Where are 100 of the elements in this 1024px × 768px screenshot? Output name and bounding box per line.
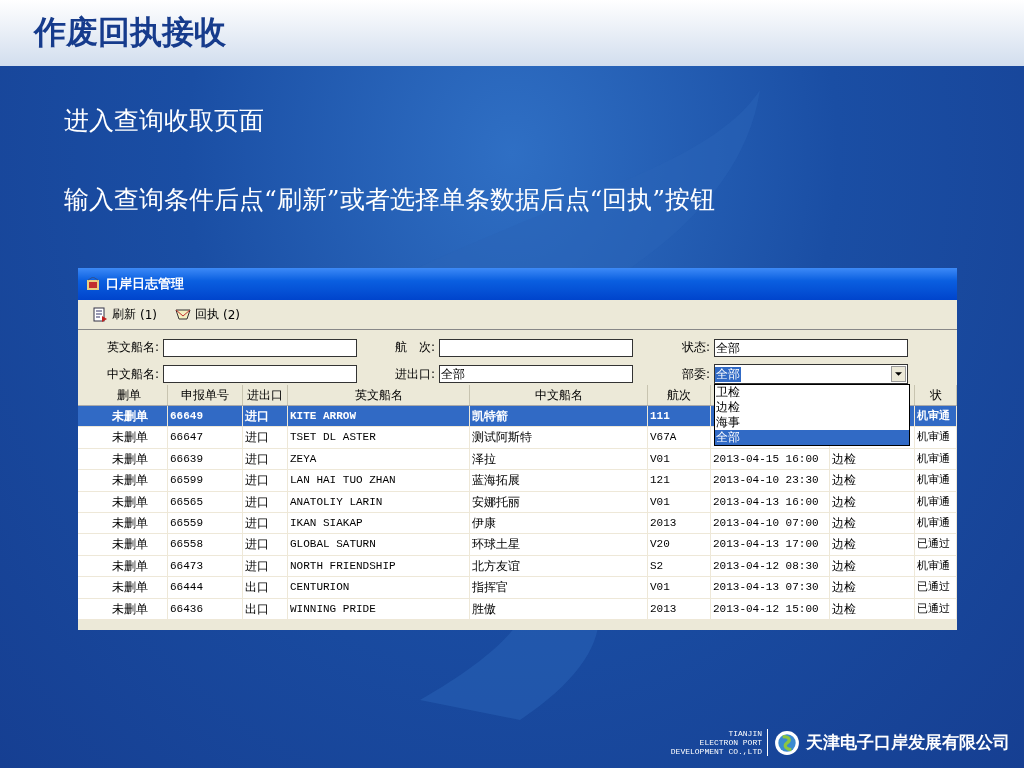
dropdown-option[interactable]: 全部	[715, 430, 909, 446]
window-title: 口岸日志管理	[106, 275, 184, 293]
column-header[interactable]: 状	[915, 385, 957, 405]
table-cell: 进口	[245, 409, 269, 423]
company-english-name: ELECTRON PORT	[699, 738, 762, 747]
dropdown-option[interactable]: 卫检	[715, 385, 909, 401]
table-row[interactable]: 未删单 66473 进口 NORTH FRIENDSHIP 北方友谊 S2 2013-04-12 08:30 边检 机审通	[78, 555, 957, 578]
table-cell: V01	[650, 452, 670, 465]
table-cell: 进口	[245, 537, 269, 552]
app-icon	[86, 277, 100, 291]
slide-title: 作废回执接收	[34, 12, 226, 53]
table-cell: 未删单	[111, 580, 148, 595]
table-cell: 2013	[650, 602, 677, 615]
table-cell: 未删单	[111, 558, 148, 573]
input-field[interactable]: 全部	[714, 338, 908, 357]
table-cell: 未删单	[111, 601, 148, 616]
table-cell: 伊康	[472, 515, 496, 530]
table-row[interactable]: 未删单 66599 进口 LAN HAI TUO ZHAN 蓝海拓展 121 2013-04-10 23:30 边检 机审通	[78, 470, 957, 492]
table-cell: 出口	[245, 601, 269, 616]
table-cell: 胜傲	[472, 601, 496, 616]
table-cell: 2013-04-12 15:00	[713, 602, 819, 615]
table-cell: 111	[650, 410, 670, 422]
table-row[interactable]: 未删单 66559 进口 IKAN SIAKAP 伊康 2013 2013-04-10 07:00 边检 机审通	[78, 512, 957, 535]
company-english-name: DEVELOPMENT CO.,LTD	[670, 747, 762, 756]
table-cell: 66599	[170, 474, 203, 487]
table-cell: 边检	[832, 515, 856, 530]
table-row[interactable]: 未删单 66558 进口 GLOBAL SATURN 环球土星 V20 2013-04-13 17:00 边检 已通过	[78, 534, 957, 556]
table-cell: 机审通	[917, 430, 950, 444]
table-cell: 66436	[170, 602, 203, 615]
bullet-text: 输入查询条件后点“刷新”或者选择单条数据后点“回执”按钮	[64, 184, 717, 216]
field-label: 部委:	[680, 365, 710, 383]
table-cell: 2013-04-13 07:30	[713, 581, 819, 594]
company-name: 天津电子口岸发展有限公司	[806, 731, 1010, 754]
table-cell: 2013-04-13 17:00	[713, 538, 819, 551]
table-cell: CENTURION	[290, 581, 350, 594]
table-cell: 未删单	[111, 494, 148, 509]
column-header[interactable]: 申报单号	[168, 385, 243, 405]
toolbar-button[interactable]: 回执 (2)	[173, 304, 242, 325]
table-cell: 66639	[170, 452, 203, 465]
table-cell: 进口	[245, 430, 269, 445]
table-cell: 蓝海拓展	[472, 473, 520, 488]
table-row[interactable]: 未删单 66436 出口 WINNING PRIDE 胜傲 2013 2013-04-12 15:00 边检 已通过	[78, 598, 957, 620]
table-cell: WINNING PRIDE	[290, 602, 376, 615]
table-cell: 边检	[832, 537, 856, 552]
table-cell: 2013-04-13 16:00	[713, 495, 819, 508]
table-cell: 进口	[245, 451, 269, 466]
table-cell: 未删单	[111, 515, 148, 530]
table-cell: 出口	[245, 580, 269, 595]
table-cell: 机审通	[917, 558, 950, 572]
table-cell: GLOBAL SATURN	[290, 538, 376, 551]
column-header[interactable]: 航次	[648, 385, 711, 405]
table-cell: 2013-04-12 08:30	[713, 559, 819, 572]
field-label: 航 次:	[393, 339, 435, 357]
column-header[interactable]: 中文船名	[470, 385, 648, 405]
table-cell: 机审通	[917, 473, 950, 487]
table-cell: 未删单	[111, 473, 148, 488]
company-english-name: TIANJIN	[728, 729, 762, 738]
table-cell: 机审通	[917, 494, 950, 508]
table-cell: 测试阿斯特	[472, 430, 532, 445]
table-cell: 已通过	[917, 601, 950, 615]
table-cell: 边检	[832, 451, 856, 466]
input-field[interactable]	[163, 365, 357, 384]
table-cell: 边检	[832, 601, 856, 616]
column-header[interactable]: 删单	[90, 385, 168, 405]
table-cell: 66559	[170, 516, 203, 529]
table-cell: V67A	[650, 431, 677, 444]
envelope-icon	[175, 306, 191, 323]
table-cell: 2013	[650, 516, 677, 529]
table-cell: 边检	[832, 558, 856, 573]
table-cell: 未删单	[111, 409, 148, 423]
table-cell: V20	[650, 538, 670, 551]
table-cell: 已通过	[917, 537, 950, 551]
input-field[interactable]	[439, 338, 633, 357]
input-field[interactable]	[163, 338, 357, 357]
logo-icon	[774, 729, 800, 756]
table-row[interactable]: 未删单 66639 进口 ZEYA 泽拉 V01 2013-04-15 16:00 边检 机审通	[78, 448, 957, 471]
table-cell: 66649	[170, 410, 203, 422]
table-cell: 进口	[245, 473, 269, 488]
field-label: 英文船名:	[105, 339, 159, 357]
table-cell: 机审通	[917, 451, 950, 465]
table-row[interactable]: 未删单 66444 出口 CENTURION 指挥官 V01 2013-04-13 07:30 边检 已通过	[78, 577, 957, 599]
table-cell: 北方友谊	[472, 558, 520, 573]
column-header[interactable]: 进出口	[243, 385, 288, 405]
field-label: 状态:	[680, 339, 710, 357]
table-cell: 边检	[832, 494, 856, 509]
table-cell: 泽拉	[472, 451, 496, 466]
toolbar-button[interactable]: 刷新 (1)	[90, 304, 159, 325]
table-cell: 机审通	[917, 409, 950, 422]
table-row[interactable]: 未删单 66565 进口 ANATOLIY LARIN 安娜托丽 V01 2013-04-13 16:00 边检 机审通	[78, 491, 957, 513]
table-cell: 66473	[170, 559, 203, 572]
table-cell: 进口	[245, 515, 269, 530]
column-header[interactable]: 英文船名	[288, 385, 470, 405]
input-field[interactable]: 全部	[439, 365, 633, 384]
table-cell: 边检	[832, 473, 856, 488]
table-cell: NORTH FRIENDSHIP	[290, 559, 396, 572]
caret-icon	[895, 372, 902, 377]
table-cell: S2	[650, 559, 664, 572]
table-cell: 121	[650, 474, 670, 487]
table-cell: V01	[650, 495, 670, 508]
table-cell: 未删单	[111, 451, 148, 466]
